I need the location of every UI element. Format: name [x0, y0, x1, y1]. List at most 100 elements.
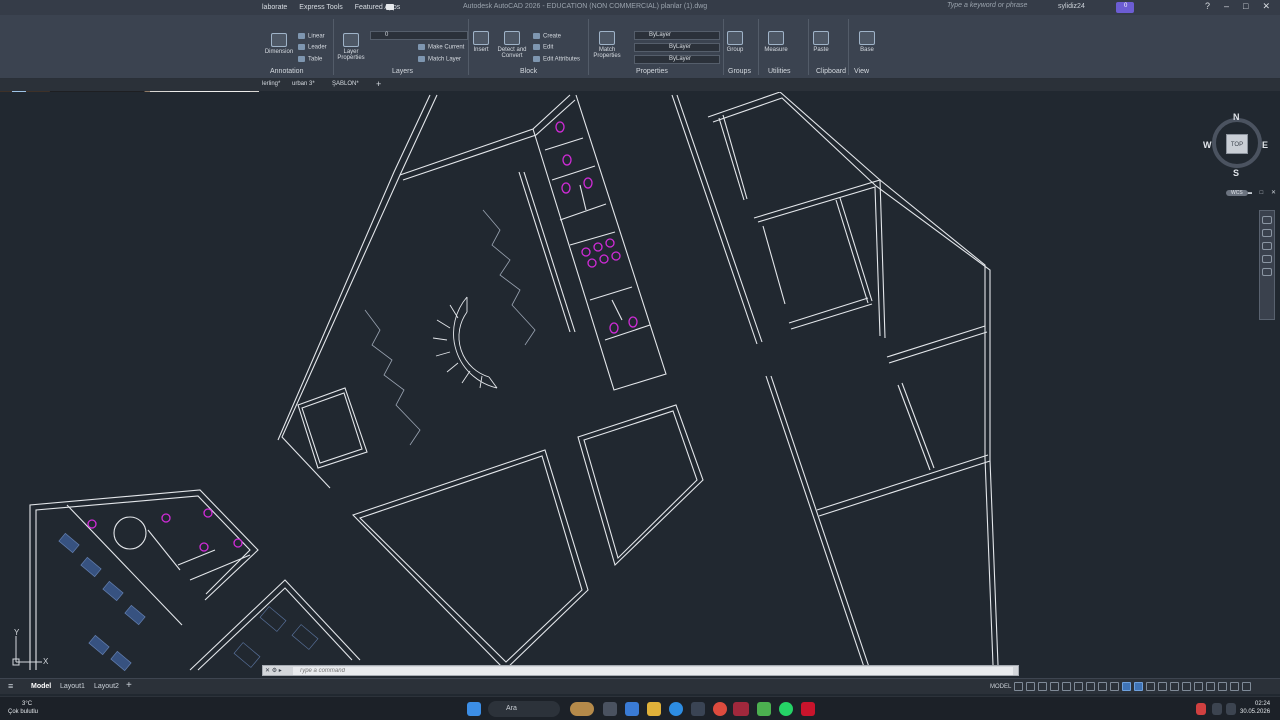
- viewcube[interactable]: TOP N S E W WCS: [1203, 110, 1270, 200]
- make-current-button[interactable]: Make Current: [418, 44, 464, 51]
- quick-properties-icon[interactable]: [1194, 682, 1203, 691]
- file-explorer-icon[interactable]: [647, 702, 661, 716]
- android-icon[interactable]: [757, 702, 771, 716]
- user-account[interactable]: sylidiz24: [1058, 3, 1085, 10]
- minimize-icon[interactable]: –: [1224, 1, 1229, 12]
- linear-button[interactable]: Linear: [298, 33, 325, 40]
- annotation-visibility-icon[interactable]: [1134, 682, 1143, 691]
- whatsapp-icon[interactable]: [779, 702, 793, 716]
- layout-tab-layout1[interactable]: Layout1: [60, 683, 85, 690]
- layout-tab-layout2[interactable]: Layout2: [94, 683, 119, 690]
- workspace-icon[interactable]: [1170, 682, 1179, 691]
- file-tab-3[interactable]: ŞABLON*: [332, 81, 359, 87]
- color-dropdown[interactable]: ByLayer: [634, 31, 720, 40]
- chrome-icon[interactable]: [713, 702, 727, 716]
- copilot-icon[interactable]: [625, 702, 639, 716]
- steering-wheel-icon[interactable]: [1262, 216, 1272, 224]
- menu-icon[interactable]: ≡: [8, 681, 13, 691]
- transparency-icon[interactable]: [1098, 682, 1107, 691]
- orbit-icon[interactable]: [1262, 255, 1272, 263]
- units-icon[interactable]: [1182, 682, 1191, 691]
- customization-icon[interactable]: [1242, 682, 1251, 691]
- layer-dropdown[interactable]: 0: [370, 31, 468, 40]
- snap-icon[interactable]: [1026, 682, 1035, 691]
- showmotion-icon[interactable]: [1262, 268, 1272, 276]
- command-input[interactable]: [293, 667, 1013, 675]
- volume-icon[interactable]: [1226, 703, 1236, 715]
- zoom-extents-icon[interactable]: [1262, 242, 1272, 250]
- panel-title-clipboard[interactable]: Clipboard: [816, 68, 846, 75]
- new-tab-button[interactable]: +: [376, 79, 381, 89]
- command-line-controls[interactable]: ✕ ⚙ ▸: [265, 667, 291, 675]
- pan-icon[interactable]: [1262, 229, 1272, 237]
- file-tab-1[interactable]: lerling*: [262, 81, 280, 87]
- hardware-acceleration-icon[interactable]: [1218, 682, 1227, 691]
- leader-button[interactable]: Leader: [298, 44, 327, 51]
- drawing-viewport[interactable]: ▬ □ ✕: [0, 92, 1280, 678]
- model-space-toggle[interactable]: MODEL: [990, 684, 1011, 690]
- auto-scale-icon[interactable]: [1146, 682, 1155, 691]
- clean-screen-icon[interactable]: [1230, 682, 1239, 691]
- maximize-icon[interactable]: □: [1243, 1, 1248, 12]
- panel-title-utilities[interactable]: Utilities: [768, 68, 791, 75]
- add-layout-button[interactable]: +: [126, 680, 132, 691]
- dimension-button[interactable]: Dimension: [264, 33, 294, 55]
- compass-west[interactable]: W: [1203, 140, 1212, 150]
- group-button[interactable]: Group: [726, 31, 744, 53]
- panel-title-view[interactable]: View: [854, 68, 869, 75]
- share-button[interactable]: 0: [1116, 2, 1134, 13]
- edge-icon[interactable]: [669, 702, 683, 716]
- object-snap-tracking-icon[interactable]: [1074, 682, 1083, 691]
- annotation-scale-icon[interactable]: [1158, 682, 1167, 691]
- table-button[interactable]: Table: [298, 56, 322, 63]
- panel-title-block[interactable]: Block: [520, 68, 537, 75]
- detect-convert-button[interactable]: Detect and Convert: [496, 31, 528, 59]
- help-icon[interactable]: ?: [1205, 1, 1210, 12]
- selection-cycling-icon[interactable]: [1110, 682, 1119, 691]
- store-icon[interactable]: [691, 702, 705, 716]
- paste-button[interactable]: Paste: [810, 31, 832, 53]
- widgets-icon[interactable]: [570, 702, 594, 716]
- grid-icon[interactable]: [1014, 682, 1023, 691]
- panel-title-groups[interactable]: Groups: [728, 68, 751, 75]
- task-view-icon[interactable]: [603, 702, 617, 716]
- help-search-input[interactable]: Type a keyword or phrase: [947, 2, 1042, 13]
- match-layer-button[interactable]: Match Layer: [418, 56, 461, 63]
- create-block-button[interactable]: Create: [533, 33, 561, 40]
- autocad-taskbar-icon[interactable]: [733, 702, 749, 716]
- match-properties-button[interactable]: Match Properties: [592, 31, 622, 59]
- plumbing-fixtures[interactable]: [87, 121, 638, 552]
- close-icon[interactable]: ✕: [1262, 1, 1270, 12]
- compass-east[interactable]: E: [1262, 140, 1268, 150]
- base-view-button[interactable]: Base: [856, 31, 878, 53]
- tab-collaborate[interactable]: laborate: [262, 4, 287, 11]
- edit-block-button[interactable]: Edit: [533, 44, 553, 51]
- compass-south[interactable]: S: [1233, 168, 1239, 178]
- linetype-dropdown[interactable]: ByLayer: [634, 43, 720, 52]
- insert-button[interactable]: Insert: [470, 31, 492, 53]
- acrobat-icon[interactable]: [801, 702, 815, 716]
- ribbon-options-icon[interactable]: [386, 4, 394, 10]
- osnap-icon[interactable]: [1122, 682, 1131, 691]
- windows-start-icon[interactable]: [467, 702, 481, 716]
- lineweight-dropdown[interactable]: ByLayer: [634, 55, 720, 64]
- floor-plan-drawing[interactable]: [0, 92, 1280, 678]
- lineweight-icon[interactable]: [1086, 682, 1095, 691]
- measure-button[interactable]: Measure: [762, 31, 790, 53]
- polar-icon[interactable]: [1050, 682, 1059, 691]
- network-icon[interactable]: [1212, 703, 1222, 715]
- isodraft-icon[interactable]: [1062, 682, 1071, 691]
- spiral-stair[interactable]: [432, 296, 498, 389]
- taskbar-search[interactable]: Ara: [488, 701, 560, 717]
- edit-attributes-button[interactable]: Edit Attributes: [533, 56, 580, 63]
- clock[interactable]: 02:24 30.05.2026: [1240, 700, 1270, 716]
- layer-properties-button[interactable]: Layer Properties: [336, 33, 366, 61]
- isolate-objects-icon[interactable]: [1206, 682, 1215, 691]
- ortho-icon[interactable]: [1038, 682, 1047, 691]
- compass-north[interactable]: N: [1233, 112, 1240, 122]
- layout-tab-model[interactable]: Model: [31, 683, 51, 690]
- weather-widget[interactable]: 3°C Çok bulutlu: [8, 700, 38, 716]
- wcs-menu[interactable]: WCS: [1226, 190, 1248, 196]
- file-tab-2[interactable]: urban 3*: [292, 81, 315, 87]
- panel-title-layers[interactable]: Layers: [392, 68, 413, 75]
